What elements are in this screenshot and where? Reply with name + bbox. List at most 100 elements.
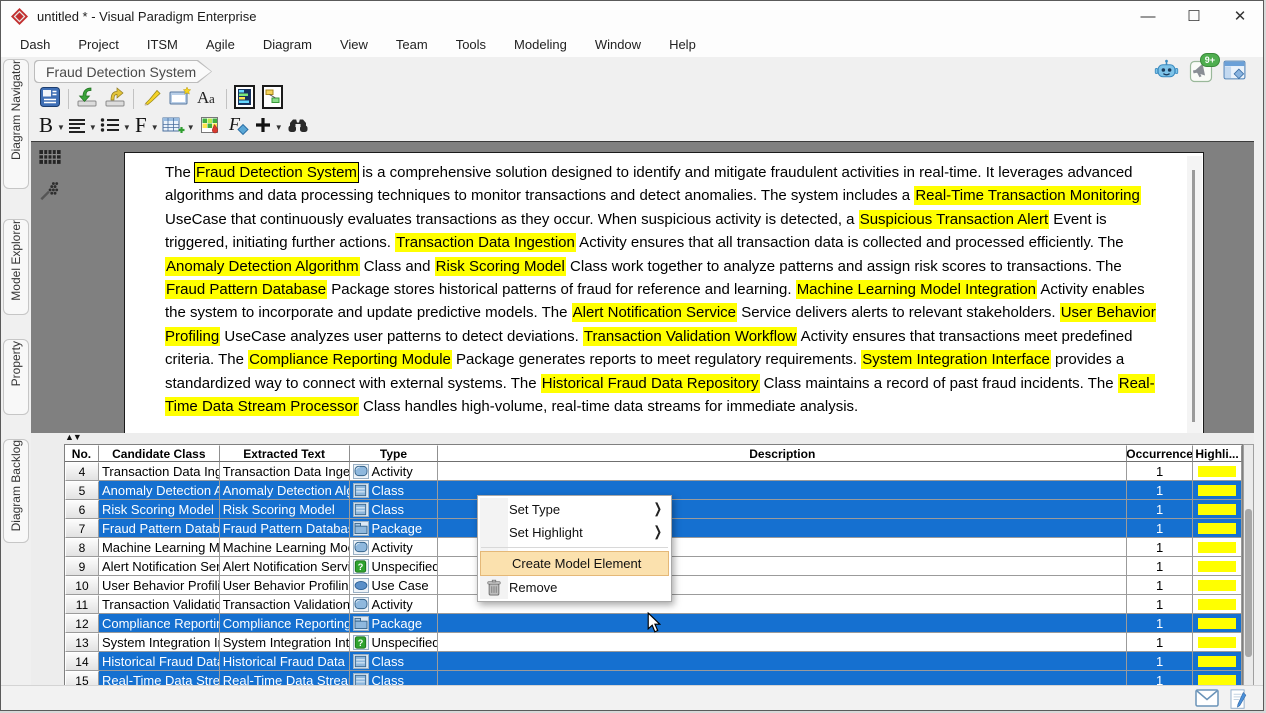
highlight-color-swatch[interactable] xyxy=(1198,599,1236,610)
extracted-text-cell[interactable]: User Behavior Profiling xyxy=(220,576,350,595)
candidate-class-cell[interactable]: User Behavior Profiling xyxy=(99,576,220,595)
extracted-text-cell[interactable]: Machine Learning Model Integration xyxy=(220,538,350,557)
type-cell[interactable]: Class xyxy=(350,652,439,671)
type-cell[interactable]: Use Case xyxy=(350,576,439,595)
occurrence-cell[interactable]: 1 xyxy=(1127,462,1193,481)
candidate-class-cell[interactable]: System Integration Interface xyxy=(99,633,220,652)
highlight-color-swatch[interactable] xyxy=(1198,542,1236,553)
highlighted-term[interactable]: Machine Learning Model Integration xyxy=(796,280,1037,299)
type-cell[interactable]: Activity xyxy=(350,462,439,481)
highlight-cell[interactable] xyxy=(1193,481,1242,500)
candidate-class-cell[interactable]: Transaction Data Ingestion xyxy=(99,462,220,481)
type-cell[interactable]: Package xyxy=(350,519,439,538)
highlight-cell[interactable] xyxy=(1193,576,1242,595)
type-cell[interactable]: ?Unspecified xyxy=(350,557,439,576)
extracted-text-cell[interactable]: Alert Notification Service xyxy=(220,557,350,576)
occurrence-cell[interactable]: 1 xyxy=(1127,538,1193,557)
candidate-class-cell[interactable]: Anomaly Detection Algorithm xyxy=(99,481,220,500)
table-scrollbar-thumb[interactable] xyxy=(1245,509,1252,657)
font-options-button[interactable]: Aa xyxy=(195,86,221,112)
type-cell[interactable]: ?Unspecified xyxy=(350,633,439,652)
textual-analysis-button[interactable] xyxy=(37,86,63,112)
column-header-no[interactable]: No. xyxy=(65,445,99,462)
row-number[interactable]: 13 xyxy=(65,633,99,652)
menu-team[interactable]: Team xyxy=(382,34,442,55)
minimize-button[interactable]: — xyxy=(1125,1,1171,31)
candidate-class-cell[interactable]: Fraud Pattern Database xyxy=(99,519,220,538)
column-header-type[interactable]: Type xyxy=(350,445,439,462)
description-cell[interactable] xyxy=(438,652,1127,671)
highlight-cell[interactable] xyxy=(1193,633,1242,652)
occurrence-cell[interactable]: 1 xyxy=(1127,576,1193,595)
color-palette-button[interactable] xyxy=(197,114,223,140)
row-number[interactable]: 5 xyxy=(65,481,99,500)
sweeper-tool-icon[interactable] xyxy=(38,180,62,202)
menu-dash[interactable]: Dash xyxy=(6,34,64,55)
tab-fraud-detection-system[interactable]: Fraud Detection System xyxy=(34,60,212,83)
menu-tools[interactable]: Tools xyxy=(442,34,500,55)
insert-table-button[interactable]: ▼ xyxy=(161,114,195,140)
highlight-color-swatch[interactable] xyxy=(1198,618,1236,629)
type-cell[interactable]: Activity xyxy=(350,595,439,614)
candidate-class-cell[interactable]: Compliance Reporting Module xyxy=(99,614,220,633)
highlight-color-swatch[interactable] xyxy=(1198,675,1236,686)
column-header-description[interactable]: Description xyxy=(438,445,1127,462)
occurrence-cell[interactable]: 1 xyxy=(1127,557,1193,576)
dropdown-arrow-icon[interactable]: ▼ xyxy=(187,123,195,132)
row-number[interactable]: 8 xyxy=(65,538,99,557)
sidebar-tab-property[interactable]: Property xyxy=(3,339,29,415)
extracted-text-cell[interactable]: Historical Fraud Data Repository xyxy=(220,652,350,671)
highlighted-term[interactable]: Anomaly Detection Algorithm xyxy=(165,257,360,276)
extracted-text-cell[interactable]: Anomaly Detection Algorithm xyxy=(220,481,350,500)
extracted-text-cell[interactable]: Risk Scoring Model xyxy=(220,500,350,519)
highlighted-term[interactable]: Fraud Pattern Database xyxy=(165,280,327,299)
sidebar-tab-model-explorer[interactable]: Model Explorer xyxy=(3,219,29,315)
extracted-text-cell[interactable]: Compliance Reporting Module xyxy=(220,614,350,633)
highlight-cell[interactable] xyxy=(1193,557,1242,576)
menu-modeling[interactable]: Modeling xyxy=(500,34,581,55)
occurrence-cell[interactable]: 1 xyxy=(1127,633,1193,652)
menu-window[interactable]: Window xyxy=(581,34,655,55)
format-painter-button[interactable]: F xyxy=(225,114,251,140)
row-number[interactable]: 9 xyxy=(65,557,99,576)
table-scrollbar[interactable] xyxy=(1243,444,1254,689)
row-number[interactable]: 7 xyxy=(65,519,99,538)
highlighted-term[interactable]: Historical Fraud Data Repository xyxy=(541,374,760,393)
page-scrollbar-thumb[interactable] xyxy=(1192,170,1195,422)
dropdown-arrow-icon[interactable]: ▼ xyxy=(89,123,97,132)
highlight-cell[interactable] xyxy=(1193,614,1242,633)
occurrence-cell[interactable]: 1 xyxy=(1127,614,1193,633)
ai-assistant-icon[interactable] xyxy=(1154,58,1179,83)
candidate-class-cell[interactable]: Transaction Validation Workflow xyxy=(99,595,220,614)
page-scrollbar[interactable] xyxy=(1187,156,1202,434)
type-cell[interactable]: Activity xyxy=(350,538,439,557)
description-cell[interactable] xyxy=(438,462,1127,481)
dropdown-arrow-icon[interactable]: ▼ xyxy=(151,123,159,132)
announcements-icon[interactable]: 9+ xyxy=(1188,58,1213,83)
highlight-color-swatch[interactable] xyxy=(1198,504,1236,515)
type-cell[interactable]: Class xyxy=(350,500,439,519)
candidate-class-cell[interactable]: Risk Scoring Model xyxy=(99,500,220,519)
menu-item-set-type[interactable]: Set Type❯ xyxy=(478,498,671,521)
type-cell[interactable]: Package xyxy=(350,614,439,633)
occurrence-cell[interactable]: 1 xyxy=(1127,519,1193,538)
column-header-candidateclass[interactable]: Candidate Class xyxy=(99,445,220,462)
highlighted-term[interactable]: Alert Notification Service xyxy=(572,303,737,322)
new-callout-button[interactable] xyxy=(167,86,193,112)
highlight-cell[interactable] xyxy=(1193,595,1242,614)
highlight-color-swatch[interactable] xyxy=(1198,485,1236,496)
find-button[interactable] xyxy=(285,114,311,140)
menu-view[interactable]: View xyxy=(326,34,382,55)
highlighted-term[interactable]: Compliance Reporting Module xyxy=(248,350,452,369)
font-button[interactable]: F▼ xyxy=(133,114,159,140)
table-row[interactable]: 14Historical Fraud Data RepositoryHistor… xyxy=(65,652,1242,671)
highlighted-term[interactable]: Transaction Data Ingestion xyxy=(395,233,576,252)
extracted-text-cell[interactable]: Transaction Data Ingestion xyxy=(220,462,350,481)
extracted-text-cell[interactable]: System Integration Interface xyxy=(220,633,350,652)
row-number[interactable]: 14 xyxy=(65,652,99,671)
menu-project[interactable]: Project xyxy=(64,34,132,55)
description-cell[interactable] xyxy=(438,633,1127,652)
row-number[interactable]: 10 xyxy=(65,576,99,595)
menu-item-remove[interactable]: Remove xyxy=(478,576,671,599)
column-header-highli[interactable]: Highli... xyxy=(1193,445,1242,462)
